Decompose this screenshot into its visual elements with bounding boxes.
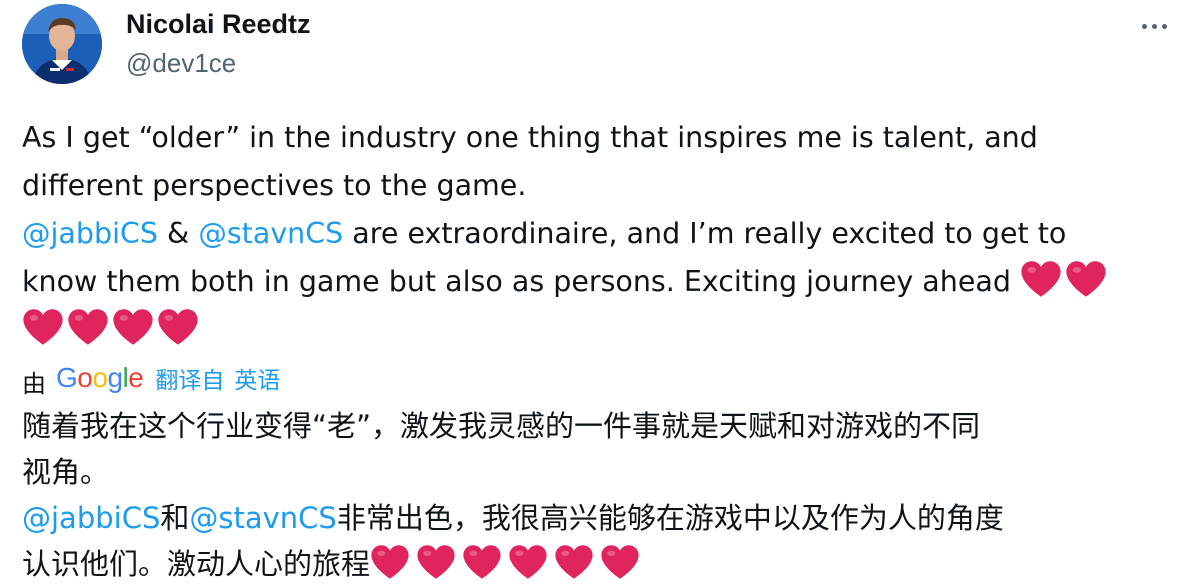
red-heart-icon (416, 544, 456, 580)
red-heart-icon (1020, 260, 1062, 298)
more-horizontal-icon[interactable] (1136, 16, 1172, 36)
avatar-image (22, 4, 102, 84)
display-name[interactable]: Nicolai Reedtz (126, 6, 311, 42)
tweet-header: Nicolai Reedtz @dev1ce (22, 4, 1172, 84)
translated-from-link[interactable]: 翻译自 英语 (155, 361, 290, 395)
red-heart-icon (370, 544, 410, 580)
translated-line-4: 认识他们。激动人心的旅程 (22, 547, 371, 581)
more-dot (1141, 23, 1147, 29)
tweet-line (22, 306, 1172, 354)
translated-line: 视角。 (22, 449, 1172, 495)
tweet-text-line-2: different perspectives to the game. (22, 169, 527, 202)
mention-link[interactable]: @stavnCS (198, 217, 343, 250)
red-heart-icon (112, 308, 154, 346)
translated-line: @jabbiCS和@stavnCS非常出色，我很高兴能够在游戏中以及作为人的角度 (22, 495, 1172, 541)
user-handle[interactable]: @dev1ce (126, 46, 311, 80)
translated-text: 随着我在这个行业变得“老”，激发我灵感的一件事就是天赋和对游戏的不同 视角。 @… (22, 403, 1172, 587)
tweet-line: @jabbiCS & @stavnCS are extraordinaire, … (22, 210, 1172, 258)
translated-by-label: 由 (22, 369, 46, 398)
tweet-text-fragment: are extraordinaire, and I’m really excit… (343, 217, 1067, 250)
translated-line-2: 视角。 (22, 455, 110, 489)
red-heart-icon (157, 308, 199, 346)
red-heart-icon (1065, 260, 1107, 298)
translated-line: 认识他们。激动人心的旅程 (22, 541, 1172, 587)
more-dot (1161, 23, 1167, 29)
red-heart-icon (22, 308, 64, 346)
tweet-line: As I get “older” in the industry one thi… (22, 114, 1172, 162)
tweet-text: As I get “older” in the industry one thi… (22, 114, 1172, 354)
translation-attribution: 由 Google 翻译自 英语 (22, 360, 290, 398)
mention-link[interactable]: @stavnCS (189, 501, 336, 535)
translated-line-1: 随着我在这个行业变得“老”，激发我灵感的一件事就是天赋和对游戏的不同 (22, 409, 981, 443)
tweet-text-line-4: know them both in game but also as perso… (22, 265, 1020, 298)
google-logo: Google (56, 362, 144, 393)
translated-fragment: 非常出色，我很高兴能够在游戏中以及作为人的角度 (336, 501, 1004, 535)
mention-link[interactable]: @jabbiCS (22, 501, 160, 535)
red-heart-icon (462, 544, 502, 580)
avatar[interactable] (22, 4, 102, 84)
translated-fragment: 和 (160, 501, 190, 535)
tweet-text-line-1: As I get “older” in the industry one thi… (22, 121, 1038, 154)
tweet-line: know them both in game but also as perso… (22, 258, 1172, 306)
red-heart-icon (67, 308, 109, 346)
red-heart-icon (554, 544, 594, 580)
more-dot (1151, 23, 1157, 29)
translated-line: 随着我在这个行业变得“老”，激发我灵感的一件事就是天赋和对游戏的不同 (22, 403, 1172, 449)
source-language: 英语 (234, 368, 281, 394)
tweet-line: different perspectives to the game. (22, 162, 1172, 210)
red-heart-icon (600, 544, 640, 580)
tweet-text-fragment: & (157, 217, 199, 250)
red-heart-icon (508, 544, 548, 580)
mention-link[interactable]: @jabbiCS (22, 217, 158, 250)
translated-from-label: 翻译自 (155, 368, 225, 394)
